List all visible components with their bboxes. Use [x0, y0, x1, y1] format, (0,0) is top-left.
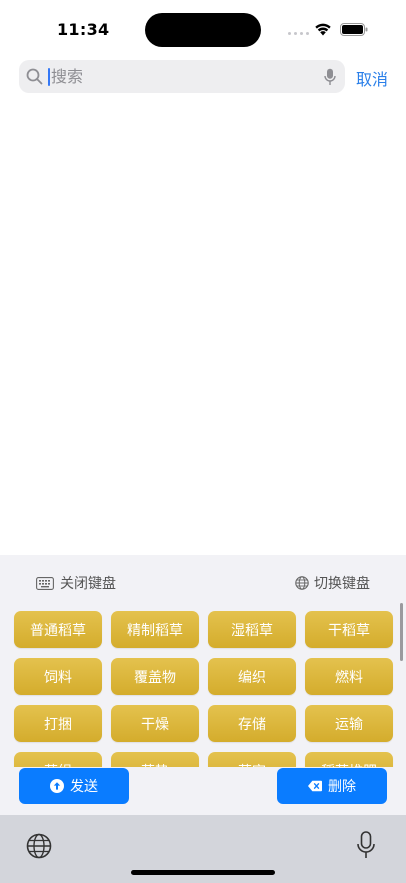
phrase-chip[interactable]: 精制稻草: [111, 611, 199, 648]
phrase-chip[interactable]: 覆盖物: [111, 658, 199, 695]
phrase-chip[interactable]: 草帘: [208, 752, 296, 767]
wifi-icon: [315, 23, 331, 36]
search-bar[interactable]: [19, 60, 345, 93]
send-label: 发送: [70, 779, 98, 795]
quick-phrase-panel: 关闭键盘 切换键盘 普通稻草 精制稻草 湿稻草 干稻草 饲料 覆盖物 编织 燃料…: [0, 555, 406, 815]
cellular-signal-icon: [288, 32, 309, 35]
phrase-chip[interactable]: 湿稻草: [208, 611, 296, 648]
search-icon: [26, 68, 43, 85]
phrase-chip[interactable]: 饲料: [14, 658, 102, 695]
delete-label: 删除: [328, 779, 356, 795]
phrase-chip[interactable]: 打捆: [14, 705, 102, 742]
text-cursor: [48, 68, 50, 86]
globe-icon[interactable]: [26, 833, 52, 859]
phrase-chip[interactable]: 普通稻草: [14, 611, 102, 648]
phrase-grid[interactable]: 普通稻草 精制稻草 湿稻草 干稻草 饲料 覆盖物 编织 燃料 打捆 干燥 存储 …: [0, 607, 406, 767]
send-button[interactable]: 发送: [19, 768, 129, 804]
phrase-chip[interactable]: 运输: [305, 705, 393, 742]
switch-keyboard-button[interactable]: 切换键盘: [295, 573, 370, 593]
phrase-chip[interactable]: 草绳: [14, 752, 102, 767]
switch-keyboard-label: 切换键盘: [314, 576, 370, 592]
globe-icon: [295, 576, 309, 590]
keyboard-icon: [36, 576, 54, 590]
backspace-icon: [308, 780, 322, 792]
system-keyboard-bar: [0, 815, 406, 883]
phrase-chip[interactable]: 草垫: [111, 752, 199, 767]
panel-toolbar: 关闭键盘 切换键盘: [0, 555, 406, 605]
phrase-chip[interactable]: 稻草堆肥: [305, 752, 393, 767]
phrase-chip[interactable]: 燃料: [305, 658, 393, 695]
dynamic-island: [145, 13, 261, 47]
arrow-up-circle-icon: [50, 779, 64, 793]
cancel-button[interactable]: 取消: [356, 66, 388, 90]
search-input[interactable]: [51, 64, 311, 89]
battery-icon: [340, 23, 368, 36]
status-bar: 11:34: [0, 0, 406, 58]
scrollbar-thumb[interactable]: [400, 603, 403, 661]
phrase-chip[interactable]: 编织: [208, 658, 296, 695]
microphone-icon[interactable]: [324, 68, 336, 86]
phrase-chip[interactable]: 干稻草: [305, 611, 393, 648]
home-indicator: [131, 870, 275, 875]
dictation-microphone-icon[interactable]: [356, 831, 376, 861]
status-time: 11:34: [57, 20, 110, 39]
close-keyboard-label: 关闭键盘: [60, 576, 116, 592]
close-keyboard-button[interactable]: 关闭键盘: [36, 573, 116, 593]
delete-button[interactable]: 删除: [277, 768, 387, 804]
phrase-chip[interactable]: 存储: [208, 705, 296, 742]
phrase-chip[interactable]: 干燥: [111, 705, 199, 742]
